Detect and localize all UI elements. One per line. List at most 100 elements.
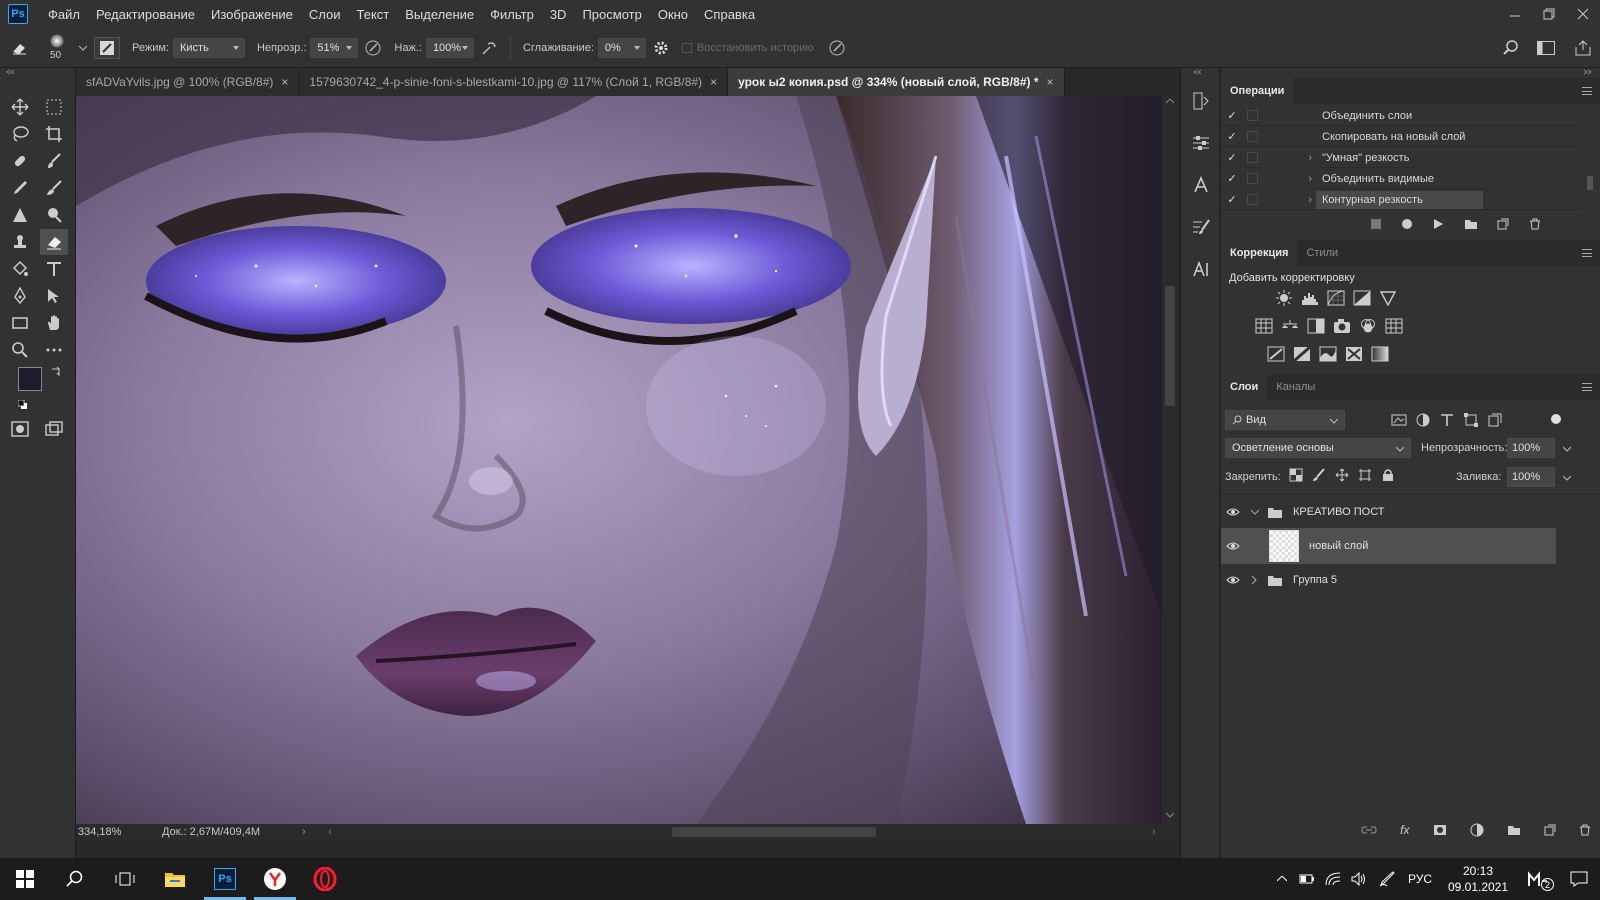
panel-menu-icon[interactable] xyxy=(1582,249,1592,257)
dialog-toggle[interactable] xyxy=(1247,152,1258,163)
pixel-filter-icon[interactable] xyxy=(1391,412,1407,428)
actions-scrollbar[interactable] xyxy=(1585,106,1595,210)
levels-icon[interactable] xyxy=(1301,290,1319,306)
scroll-left-icon[interactable]: ‹ xyxy=(328,826,332,838)
color-balance-icon[interactable] xyxy=(1281,318,1299,334)
chevron-up-icon[interactable] xyxy=(1270,876,1294,882)
adjustment-layer-icon[interactable] xyxy=(1470,823,1484,837)
trash-icon[interactable] xyxy=(1529,218,1541,230)
horizontal-scroll-thumb[interactable] xyxy=(672,827,876,837)
brush-size-picker[interactable]: 50 xyxy=(40,30,76,66)
battery-icon[interactable] xyxy=(1294,874,1320,884)
vertical-scroll-thumb[interactable] xyxy=(1165,286,1175,406)
menu-filter[interactable]: Фильтр xyxy=(482,7,542,22)
triangle-shape-icon[interactable] xyxy=(6,202,34,228)
eye-icon[interactable] xyxy=(1221,541,1245,551)
pen-icon[interactable] xyxy=(1372,871,1402,887)
action-item[interactable]: ✓ › Контурная резкость xyxy=(1221,190,1583,210)
scroll-up-icon[interactable] xyxy=(1166,98,1174,104)
collapse-handle[interactable] xyxy=(1582,68,1596,76)
file-explorer-icon[interactable] xyxy=(150,858,200,900)
foreground-color-swatch[interactable] xyxy=(18,367,42,391)
tab-adjustments[interactable]: Коррекция xyxy=(1221,240,1298,266)
pressure-opacity-icon[interactable] xyxy=(358,39,388,57)
history-brush-icon[interactable] xyxy=(40,175,68,201)
action-center-icon[interactable] xyxy=(1558,871,1600,887)
menu-3d[interactable]: 3D xyxy=(542,7,575,22)
paint-bucket-icon[interactable] xyxy=(6,256,34,282)
tab-styles[interactable]: Стили xyxy=(1297,240,1347,266)
layer-row-selected[interactable]: новый слой xyxy=(1221,528,1556,564)
zoom-tool-icon[interactable] xyxy=(6,337,34,363)
chevron-right-icon[interactable]: › xyxy=(1258,194,1322,206)
opacity-dropdown[interactable]: 51% xyxy=(310,37,359,58)
menu-view[interactable]: Просмотр xyxy=(574,7,649,22)
vibrance-icon[interactable] xyxy=(1379,290,1397,306)
stamp-tool-icon[interactable] xyxy=(6,229,34,255)
menu-layers[interactable]: Слои xyxy=(301,7,349,22)
chevron-right-icon[interactable]: › xyxy=(1258,173,1322,185)
clock[interactable]: 20:13 09.01.2021 xyxy=(1438,863,1518,895)
channel-mixer-icon[interactable] xyxy=(1359,318,1377,334)
play-icon[interactable] xyxy=(1432,218,1444,230)
check-icon[interactable]: ✓ xyxy=(1221,193,1243,206)
action-item[interactable]: ✓ Объединить слои xyxy=(1221,106,1583,126)
smart-object-filter-icon[interactable] xyxy=(1487,412,1503,428)
collapse-handle[interactable] xyxy=(1193,68,1207,76)
layer-row-group[interactable]: КРЕАТИВО ПОСТ xyxy=(1221,497,1556,527)
history-panel-icon[interactable] xyxy=(1188,88,1214,114)
type-filter-icon[interactable] xyxy=(1439,412,1455,428)
close-icon[interactable]: × xyxy=(1047,75,1054,89)
tab-document-3[interactable]: урок ы2 копия.psd @ 334% (новый слой, RG… xyxy=(728,68,1065,96)
dialog-toggle[interactable] xyxy=(1247,110,1258,121)
volume-icon[interactable] xyxy=(1346,872,1372,886)
dialog-toggle[interactable] xyxy=(1247,194,1258,205)
eye-icon[interactable] xyxy=(1221,575,1245,585)
brush-tool-icon[interactable] xyxy=(40,148,68,174)
threshold-icon[interactable] xyxy=(1319,346,1337,362)
marquee-tool-icon[interactable] xyxy=(40,94,68,120)
link-icon[interactable] xyxy=(1361,825,1377,835)
horizontal-scrollbar[interactable]: ‹ › xyxy=(324,826,1164,838)
brush-settings-icon[interactable] xyxy=(94,36,120,59)
close-icon[interactable]: × xyxy=(710,75,717,89)
trash-icon[interactable] xyxy=(1579,824,1591,836)
dialog-toggle[interactable] xyxy=(1247,131,1258,142)
screen-mode-icon[interactable] xyxy=(40,416,68,442)
new-action-icon[interactable] xyxy=(1497,218,1509,230)
adjustment-filter-icon[interactable] xyxy=(1415,412,1431,428)
eraser-tool-icon[interactable] xyxy=(40,229,68,255)
layer-thumbnail[interactable] xyxy=(1269,530,1299,562)
lock-position-icon[interactable] xyxy=(1335,468,1349,482)
layer-fill-input[interactable]: 100% xyxy=(1507,467,1555,487)
share-icon[interactable] xyxy=(1566,40,1600,56)
posterize-icon[interactable] xyxy=(1293,346,1311,362)
action-item[interactable]: ✓ › Объединить видимые xyxy=(1221,169,1583,189)
gear-icon[interactable] xyxy=(646,40,676,56)
tab-layers[interactable]: Слои xyxy=(1221,374,1268,400)
new-layer-icon[interactable] xyxy=(1544,824,1556,836)
chevron-down-icon[interactable] xyxy=(1563,475,1571,481)
start-button[interactable] xyxy=(0,858,50,900)
record-icon[interactable] xyxy=(1401,218,1413,230)
more-tools-icon[interactable] xyxy=(40,337,68,363)
scroll-down-icon[interactable] xyxy=(1166,812,1174,818)
menu-type[interactable]: Текст xyxy=(349,7,398,22)
shape-filter-icon[interactable] xyxy=(1463,412,1479,428)
lock-artboard-icon[interactable] xyxy=(1358,468,1372,482)
black-white-icon[interactable] xyxy=(1307,318,1325,334)
layer-mask-icon[interactable] xyxy=(1433,824,1447,836)
close-icon[interactable]: × xyxy=(281,75,288,89)
fx-icon[interactable]: fx xyxy=(1400,823,1409,837)
zoom-level[interactable]: 334,18% xyxy=(76,826,162,838)
layer-opacity-input[interactable]: 100% xyxy=(1507,438,1555,458)
stop-icon[interactable] xyxy=(1371,219,1381,229)
collapse-handle[interactable] xyxy=(6,68,70,76)
lasso-tool-icon[interactable] xyxy=(6,121,34,147)
photoshop-taskbar-icon[interactable]: Ps xyxy=(200,858,250,900)
opera-browser-icon[interactable] xyxy=(300,858,350,900)
eyedropper-tool-icon[interactable] xyxy=(6,175,34,201)
dodge-tool-icon[interactable] xyxy=(40,202,68,228)
brightness-icon[interactable] xyxy=(1275,290,1293,306)
lock-transparent-icon[interactable] xyxy=(1289,468,1303,482)
